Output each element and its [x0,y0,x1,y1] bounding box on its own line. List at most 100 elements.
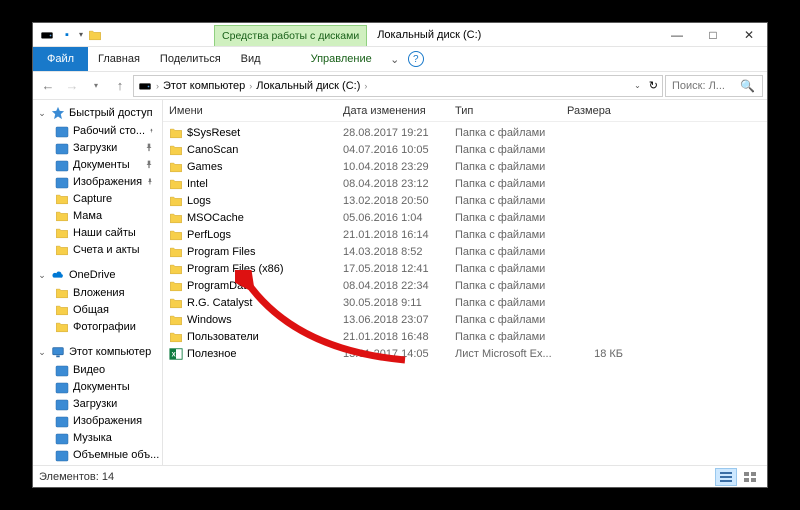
breadcrumb-this-pc[interactable]: Этот компьютер [163,80,245,92]
chevron-right-icon[interactable]: › [364,81,367,91]
minimize-button[interactable]: — [659,23,695,46]
tab-view[interactable]: Вид [231,47,271,71]
file-row[interactable]: R.G. Catalyst30.05.2018 9:11Папка с файл… [163,294,767,311]
close-button[interactable]: ✕ [731,23,767,46]
qat-dropdown-icon[interactable]: ▾ [79,30,83,39]
tab-manage[interactable]: Управление [301,47,382,71]
file-name: Program Files (x86) [187,263,284,275]
nav-this-pc[interactable]: ⌄ Этот компьютер [33,343,162,361]
help-button[interactable]: ? [408,51,424,67]
view-details-button[interactable] [715,468,737,486]
nav-quick-access[interactable]: ⌄ Быстрый доступ [33,104,162,122]
nav-quick-item[interactable]: Изображения [33,173,162,190]
maximize-button[interactable]: □ [695,23,731,46]
nav-quick-item[interactable]: Документы [33,156,162,173]
ribbon-expand-button[interactable]: ⌄ [382,47,408,71]
nav-recent-button[interactable]: ▾ [85,75,107,97]
folder-icon [55,303,69,317]
nav-quick-item[interactable]: Capture [33,190,162,207]
nav-quick-access-label: Быстрый доступ [69,107,153,119]
file-row[interactable]: Полезное13.01.2017 14:05Лист Microsoft E… [163,345,767,362]
nav-pc-item[interactable]: Документы [33,378,162,395]
tab-file[interactable]: Файл [33,47,88,71]
collapse-icon[interactable]: ⌄ [37,270,47,281]
nav-quick-item[interactable]: Мама [33,207,162,224]
nav-quick-item[interactable]: Счета и акты [33,241,162,258]
collapse-icon[interactable]: ⌄ [37,108,47,119]
folder-icon [169,228,183,242]
column-name[interactable]: Имени [163,105,337,117]
file-name: Intel [187,178,208,190]
nav-quick-item[interactable]: Рабочий сто... [33,122,162,139]
folder-icon [169,245,183,259]
nav-pc-item[interactable]: Музыка [33,429,162,446]
nav-pc-item[interactable]: Видео [33,361,162,378]
status-bar: Элементов: 14 [33,465,767,487]
file-name: R.G. Catalyst [187,297,252,309]
address-bar[interactable]: › Этот компьютер › Локальный диск (C:) ›… [133,75,663,97]
file-row[interactable]: Intel08.04.2018 23:12Папка с файлами [163,175,767,192]
folder-icon [55,226,69,240]
nav-onedrive[interactable]: ⌄ OneDrive [33,266,162,284]
refresh-button[interactable]: ↻ [649,79,658,92]
file-date: 10.04.2018 23:29 [337,161,449,173]
picture-icon [55,175,69,189]
nav-item-label: Общая [73,304,109,316]
nav-pc-item[interactable]: Изображения [33,412,162,429]
pin-icon [144,160,154,170]
chevron-right-icon[interactable]: › [249,81,252,91]
column-date[interactable]: Дата изменения [337,105,449,117]
file-row[interactable]: CanoScan04.07.2016 10:05Папка с файлами [163,141,767,158]
nav-onedrive-item[interactable]: Общая [33,301,162,318]
search-box[interactable]: 🔍 [665,75,763,97]
file-row[interactable]: PerfLogs21.01.2018 16:14Папка с файлами [163,226,767,243]
file-date: 30.05.2018 9:11 [337,297,449,309]
nav-forward-button[interactable]: → [61,75,83,97]
column-size[interactable]: Размера [561,105,631,117]
desktop-icon [55,124,69,138]
collapse-icon[interactable]: ⌄ [37,347,47,358]
file-date: 13.02.2018 20:50 [337,195,449,207]
file-row[interactable]: ProgramData08.04.2018 22:34Папка с файла… [163,277,767,294]
addr-dropdown-icon[interactable]: ⌄ [634,81,641,90]
folder-icon [169,296,183,310]
tab-home[interactable]: Главная [88,47,150,71]
file-name: PerfLogs [187,229,231,241]
tab-share[interactable]: Поделиться [150,47,231,71]
ribbon-tabs: Файл Главная Поделиться Вид Управление ⌄… [33,47,767,72]
folder-icon [169,330,183,344]
doc-icon [55,158,69,172]
nav-pc-item[interactable]: Загрузки [33,395,162,412]
file-row[interactable]: Пользователи21.01.2018 16:48Папка с файл… [163,328,767,345]
nav-quick-item[interactable]: Наши сайты [33,224,162,241]
nav-onedrive-item[interactable]: Фотографии [33,318,162,335]
nav-up-button[interactable]: ↑ [109,75,131,97]
nav-back-button[interactable]: ← [37,75,59,97]
file-row[interactable]: Logs13.02.2018 20:50Папка с файлами [163,192,767,209]
nav-item-label: Рабочий сто... [73,125,145,137]
file-row[interactable]: Program Files14.03.2018 8:52Папка с файл… [163,243,767,260]
folder-icon [55,243,69,257]
nav-onedrive-item[interactable]: Вложения [33,284,162,301]
file-row[interactable]: Windows13.06.2018 23:07Папка с файлами [163,311,767,328]
view-thumbnails-button[interactable] [739,468,761,486]
file-row[interactable]: $SysReset28.08.2017 19:21Папка с файлами [163,124,767,141]
search-icon[interactable]: 🔍 [740,79,755,93]
file-name: Полезное [187,348,236,360]
download-icon [55,397,69,411]
file-row[interactable]: Games10.04.2018 23:29Папка с файлами [163,158,767,175]
breadcrumb-drive-c[interactable]: Локальный диск (C:) [256,80,360,92]
search-input[interactable] [670,79,740,93]
nav-quick-item[interactable]: Загрузки [33,139,162,156]
file-type: Папка с файлами [449,314,561,326]
file-row[interactable]: Program Files (x86)17.05.2018 12:41Папка… [163,260,767,277]
file-row[interactable]: MSOCache05.06.2016 1:04Папка с файлами [163,209,767,226]
chevron-right-icon[interactable]: › [156,81,159,91]
column-headers: Имени Дата изменения Тип Размера [163,100,767,122]
nav-pc-item[interactable]: Объемные объ... [33,446,162,463]
nav-item-label: Музыка [73,432,112,444]
column-type[interactable]: Тип [449,105,561,117]
file-type: Папка с файлами [449,331,561,343]
file-date: 13.01.2017 14:05 [337,348,449,360]
folder-icon [169,279,183,293]
